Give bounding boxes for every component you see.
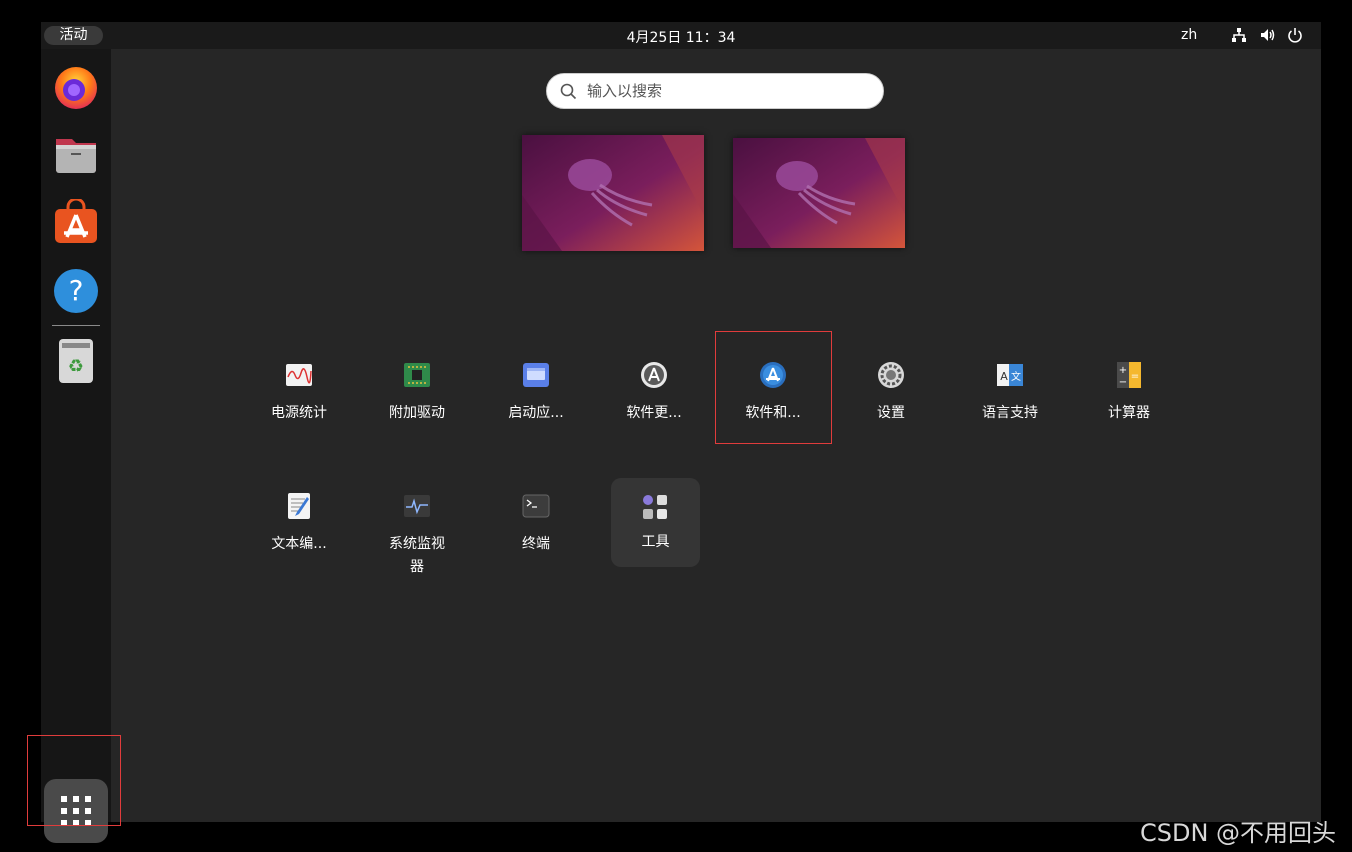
workspace-thumbnail-2[interactable] <box>733 138 905 248</box>
app-settings[interactable]: 设置 <box>833 333 949 443</box>
calculator-icon: + − = <box>1117 362 1141 388</box>
app-label: 启动应... <box>508 405 564 421</box>
utilities-folder-icon <box>643 495 667 519</box>
system-monitor-icon <box>404 495 430 517</box>
svg-text:−: − <box>1119 377 1127 388</box>
app-label: 设置 <box>877 405 905 421</box>
svg-text:+: + <box>1119 365 1127 376</box>
software-store-icon[interactable] <box>52 199 100 247</box>
app-language-support[interactable]: A 文 语言支持 <box>952 333 1068 443</box>
startup-applications-icon <box>523 363 549 387</box>
app-terminal[interactable]: 终端 <box>478 464 594 574</box>
search-box[interactable] <box>546 73 884 109</box>
desktop-screen: 活动 4月25日 11：34 zh ? ♻ 输入以搜索 电源统计 附加驱动 启动… <box>41 22 1321 843</box>
app-system-monitor[interactable]: 系统监视 器 <box>359 464 475 575</box>
app-calculator[interactable]: + − = 计算器 <box>1071 333 1187 443</box>
app-label: 软件更... <box>626 405 682 421</box>
app-label: 附加驱动 <box>389 405 445 421</box>
app-startup-applications[interactable]: 启动应... <box>478 333 594 443</box>
dock-separator <box>52 325 100 326</box>
svg-text:♻: ♻ <box>68 356 84 377</box>
show-applications-button[interactable] <box>44 779 108 843</box>
firefox-icon[interactable] <box>52 63 100 111</box>
files-icon[interactable] <box>52 131 100 179</box>
svg-text:文: 文 <box>1011 370 1021 383</box>
app-text-editor[interactable]: 文本编... <box>241 464 357 574</box>
power-icon[interactable] <box>1286 26 1304 44</box>
app-folder-utilities[interactable]: 工具 <box>611 478 700 567</box>
search-icon <box>560 83 577 100</box>
app-label: 电源统计 <box>271 405 327 421</box>
app-label: 计算器 <box>1108 405 1150 421</box>
language-support-icon: A 文 <box>997 364 1023 386</box>
app-label: 文本编... <box>271 536 327 552</box>
search-input[interactable] <box>587 74 867 108</box>
svg-text:=: = <box>1131 371 1139 382</box>
app-label: 系统监视 器 <box>389 536 445 575</box>
volume-icon[interactable] <box>1259 26 1277 44</box>
software-and-updates-icon <box>760 362 786 388</box>
app-power-statistics[interactable]: 电源统计 <box>241 333 357 443</box>
help-icon[interactable]: ? <box>52 267 100 315</box>
settings-icon <box>878 362 904 388</box>
dock: ? ♻ <box>41 49 111 843</box>
app-label: 工具 <box>641 534 670 550</box>
additional-drivers-icon <box>404 363 430 387</box>
svg-text:A: A <box>1000 370 1008 383</box>
power-statistics-icon <box>286 364 312 386</box>
app-label: 语言支持 <box>982 405 1038 421</box>
app-additional-drivers[interactable]: 附加驱动 <box>359 333 475 443</box>
trash-icon[interactable]: ♻ <box>52 337 100 385</box>
clock[interactable]: 4月25日 11：34 <box>41 27 1321 47</box>
app-label: 软件和... <box>745 405 801 421</box>
terminal-icon <box>522 494 550 518</box>
app-software-updater[interactable]: 软件更... <box>596 333 712 443</box>
grid-icon <box>61 796 91 826</box>
input-method-indicator[interactable]: zh <box>1181 27 1197 43</box>
text-editor-icon <box>288 493 310 519</box>
workspace-thumbnail-1[interactable] <box>522 135 704 251</box>
watermark: CSDN @不用回头 <box>1140 819 1337 847</box>
network-icon[interactable] <box>1230 26 1248 44</box>
svg-text:?: ? <box>69 274 84 307</box>
software-updater-icon <box>641 362 667 388</box>
top-bar: 活动 4月25日 11：34 zh <box>41 22 1321 49</box>
app-software-and-updates[interactable]: 软件和... <box>715 333 831 443</box>
app-label: 终端 <box>522 536 550 552</box>
